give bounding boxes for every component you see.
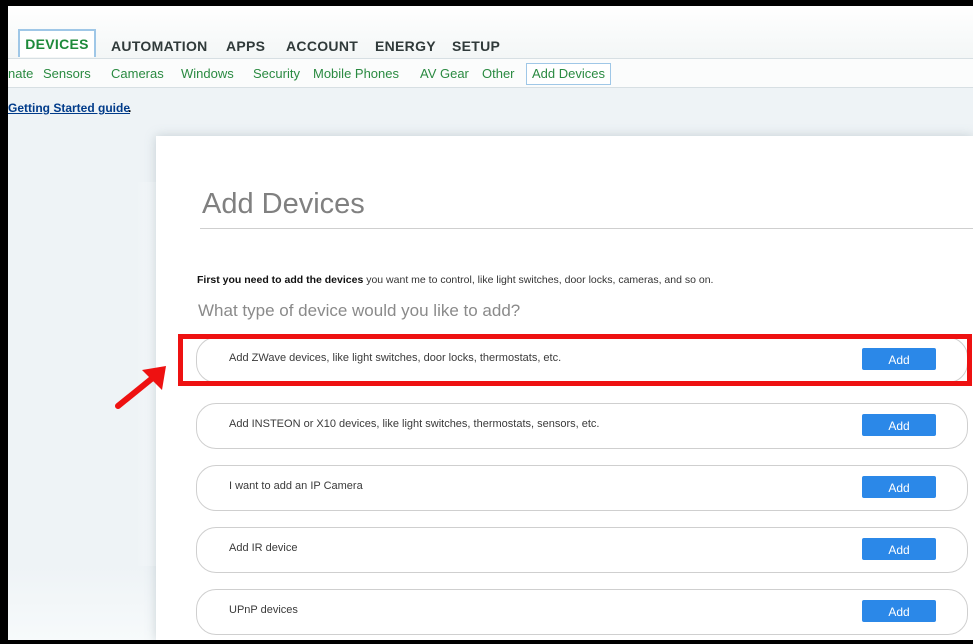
title-divider <box>200 228 973 229</box>
tab-devices[interactable]: DEVICES <box>18 29 96 57</box>
subnav-security[interactable]: Security <box>253 66 300 81</box>
add-upnp-button[interactable]: Add <box>862 600 936 622</box>
subnav-other[interactable]: Other <box>482 66 515 81</box>
option-label: Add INSTEON or X10 devices, like light s… <box>229 418 600 430</box>
tab-energy[interactable]: ENERGY <box>375 36 436 56</box>
app-frame: DEVICES AUTOMATION APPS ACCOUNT ENERGY S… <box>8 6 973 640</box>
tab-apps[interactable]: APPS <box>226 36 265 56</box>
tab-account[interactable]: ACCOUNT <box>286 36 358 56</box>
add-insteon-button[interactable]: Add <box>862 414 936 436</box>
sub-navigation: nate Sensors Cameras Windows Security Mo… <box>8 58 973 88</box>
tab-setup[interactable]: SETUP <box>452 36 500 56</box>
option-row-upnp: UPnP devices Add <box>196 589 968 635</box>
option-label: UPnP devices <box>229 604 298 616</box>
option-label: I want to add an IP Camera <box>229 480 363 492</box>
subnav-av-gear[interactable]: AV Gear <box>420 66 469 81</box>
red-arrow-icon <box>115 366 166 409</box>
subnav-sensors[interactable]: Sensors <box>43 66 91 81</box>
option-row-insteon: Add INSTEON or X10 devices, like light s… <box>196 403 968 449</box>
top-navigation: DEVICES AUTOMATION APPS ACCOUNT ENERGY S… <box>8 6 973 58</box>
red-highlight-box <box>178 334 972 386</box>
add-ir-button[interactable]: Add <box>862 538 936 560</box>
tab-automation[interactable]: AUTOMATION <box>111 36 208 56</box>
page-title: Add Devices <box>202 188 365 220</box>
option-row-ir: Add IR device Add <box>196 527 968 573</box>
device-type-question: What type of device would you like to ad… <box>198 301 521 320</box>
intro-bold: First you need to add the devices <box>197 274 364 286</box>
add-devices-panel: Add Devices First you need to add the de… <box>156 136 973 640</box>
getting-started-link[interactable]: Getting Started guide <box>8 101 130 115</box>
guide-punctuation: . <box>128 101 132 115</box>
subnav-mobile-phones[interactable]: Mobile Phones <box>313 66 399 81</box>
option-label: Add IR device <box>229 542 298 554</box>
subnav-climate[interactable]: nate <box>8 66 33 81</box>
add-ip-camera-button[interactable]: Add <box>862 476 936 498</box>
subnav-cameras[interactable]: Cameras <box>111 66 164 81</box>
intro-rest: you want me to control, like light switc… <box>363 274 714 286</box>
subnav-add-devices[interactable]: Add Devices <box>526 63 611 85</box>
subnav-windows[interactable]: Windows <box>181 66 234 81</box>
intro-text: First you need to add the devices you wa… <box>197 274 713 286</box>
option-row-ip-camera: I want to add an IP Camera Add <box>196 465 968 511</box>
